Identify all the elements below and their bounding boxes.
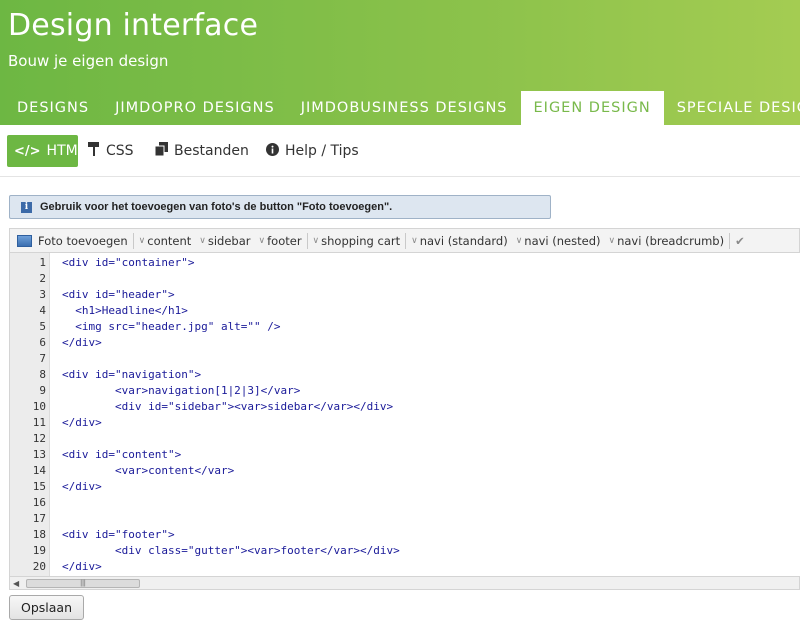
insert-footer-label: footer	[267, 233, 302, 248]
line-number: 14	[32, 464, 46, 477]
tab-jimdobusiness-designs[interactable]: JIMDOBUSINESS DESIGNS	[288, 91, 521, 125]
subnav-css-label: CSS	[106, 143, 134, 159]
subnav-help-label: Help / Tips	[285, 143, 359, 159]
photo-icon	[17, 234, 32, 247]
code-icon: </>	[14, 143, 41, 159]
insert-navi-breadcrumb-button[interactable]: ∨ navi (breadcrumb)	[605, 234, 729, 248]
chevron-down-icon: ∨	[138, 235, 146, 246]
info-message-text: Gebruik voor het toevoegen van foto's de…	[40, 201, 393, 213]
line-number: 13	[32, 448, 46, 461]
code-line: <div class="gutter"><var>footer</var></d…	[62, 544, 400, 557]
save-button[interactable]: Opslaan	[9, 595, 84, 620]
line-number: 9	[39, 384, 46, 397]
insert-navi-standard-label: navi (standard)	[419, 233, 508, 248]
toolbar-divider	[729, 232, 731, 249]
line-number: 3	[39, 288, 46, 301]
line-number: 17	[32, 512, 46, 525]
line-number: 12	[32, 432, 46, 445]
page-subtitle: Bouw je eigen design	[8, 52, 169, 70]
line-number: 2	[39, 272, 46, 285]
subnav-bestanden[interactable]: Bestanden	[154, 135, 249, 167]
insert-content-label: content	[147, 233, 192, 248]
code-line: <var>navigation[1|2|3]</var>	[62, 384, 301, 397]
check-button[interactable]: ✔	[731, 234, 749, 248]
line-number: 7	[39, 352, 46, 365]
insert-sidebar-label: sidebar	[207, 233, 251, 248]
chevron-down-icon: ∨	[312, 235, 320, 246]
code-line: <div id="sidebar"><var>sidebar</var></di…	[62, 400, 394, 413]
insert-navi-nested-button[interactable]: ∨ navi (nested)	[512, 234, 605, 248]
line-number: 20	[32, 560, 46, 573]
insert-sidebar-button[interactable]: ∨ sidebar	[195, 234, 254, 248]
subnav-bestanden-label: Bestanden	[174, 143, 249, 159]
subnav-css[interactable]: CSS	[88, 135, 134, 167]
code-line: </div>	[62, 480, 102, 493]
insert-navi-breadcrumb-label: navi (breadcrumb)	[617, 233, 725, 248]
code-line: <div id="header">	[62, 288, 175, 301]
line-number: 10	[32, 400, 46, 413]
chevron-down-icon: ∨	[258, 235, 266, 246]
code-line: </div>	[62, 416, 102, 429]
insert-navi-standard-button[interactable]: ∨ navi (standard)	[407, 234, 512, 248]
tab-speciale-designs[interactable]: SPECIALE DESIGNS	[664, 91, 800, 125]
tab-jimdopro-designs[interactable]: JIMDOPRO DESIGNS	[102, 91, 288, 125]
line-number: 19	[32, 544, 46, 557]
line-number: 15	[32, 480, 46, 493]
chevron-down-icon: ∨	[411, 235, 418, 246]
checkmark-icon: ✔	[735, 233, 745, 248]
design-tabs: DESIGNS JIMDOPRO DESIGNS JIMDOBUSINESS D…	[0, 91, 800, 125]
subnav-help[interactable]: Help / Tips	[266, 135, 359, 167]
insert-navi-nested-label: navi (nested)	[524, 233, 601, 248]
paint-roller-icon	[88, 142, 100, 160]
app-header: Design interface Bouw je eigen design DE…	[0, 0, 800, 125]
toolbar-divider	[306, 232, 308, 249]
subnav-html-label: HTML	[46, 143, 86, 159]
code-line: <h1>Headline</h1>	[62, 304, 188, 317]
chevron-down-icon: ∨	[199, 235, 206, 246]
scrollbar-thumb[interactable]: |||	[26, 579, 140, 588]
add-photo-button[interactable]: Foto toevoegen	[10, 234, 132, 248]
code-line: <var>content</var>	[62, 464, 235, 477]
line-number: 1	[39, 256, 46, 269]
code-line: <div id="container">	[62, 256, 195, 269]
chevron-down-icon: ∨	[608, 235, 616, 246]
code-line: </div>	[62, 336, 102, 349]
editor-toolbar: Foto toevoegen ∨ content ∨ sidebar ∨ footer…	[9, 228, 800, 253]
info-icon	[266, 142, 279, 160]
toolbar-divider	[405, 232, 407, 249]
line-number: 8	[39, 368, 46, 381]
line-number: 6	[39, 336, 46, 349]
insert-shopping-cart-button[interactable]: ∨ shopping cart	[309, 234, 405, 248]
chevron-down-icon: ∨	[515, 235, 523, 246]
files-icon	[154, 142, 168, 160]
html-code-editor[interactable]: 1 <div id="container"> 2 3 <div id="header">…	[9, 253, 800, 576]
line-number: 11	[32, 416, 46, 429]
scroll-left-icon[interactable]: ◀	[13, 579, 19, 588]
line-number: 5	[39, 320, 46, 333]
subnav-html[interactable]: </> HTML	[7, 135, 86, 167]
code-line: <div id="content">	[62, 448, 182, 461]
info-icon: i	[21, 201, 32, 213]
tab-designs[interactable]: DESIGNS	[0, 91, 102, 125]
tab-eigen-design[interactable]: EIGEN DESIGN	[520, 91, 664, 125]
insert-footer-button[interactable]: ∨ footer	[255, 234, 306, 248]
add-photo-label: Foto toevoegen	[38, 233, 128, 248]
info-message: i Gebruik voor het toevoegen van foto's …	[9, 195, 551, 219]
line-number: 18	[32, 528, 46, 541]
insert-content-button[interactable]: ∨ content	[135, 234, 196, 248]
toolbar-divider	[132, 232, 134, 249]
code-line: <div id="footer">	[62, 528, 175, 541]
code-line: <img src="header.jpg" alt="" />	[62, 320, 281, 333]
horizontal-scrollbar[interactable]: ◀ |||	[9, 576, 800, 590]
insert-shopping-cart-label: shopping cart	[321, 233, 401, 248]
page-title: Design interface	[8, 8, 259, 43]
line-number: 4	[39, 304, 46, 317]
editor-subnav: </> HTML CSS Bestanden Help / Tips	[0, 125, 800, 177]
code-line: </div>	[62, 560, 102, 573]
line-number: 16	[32, 496, 46, 509]
code-line: <div id="navigation">	[62, 368, 202, 381]
